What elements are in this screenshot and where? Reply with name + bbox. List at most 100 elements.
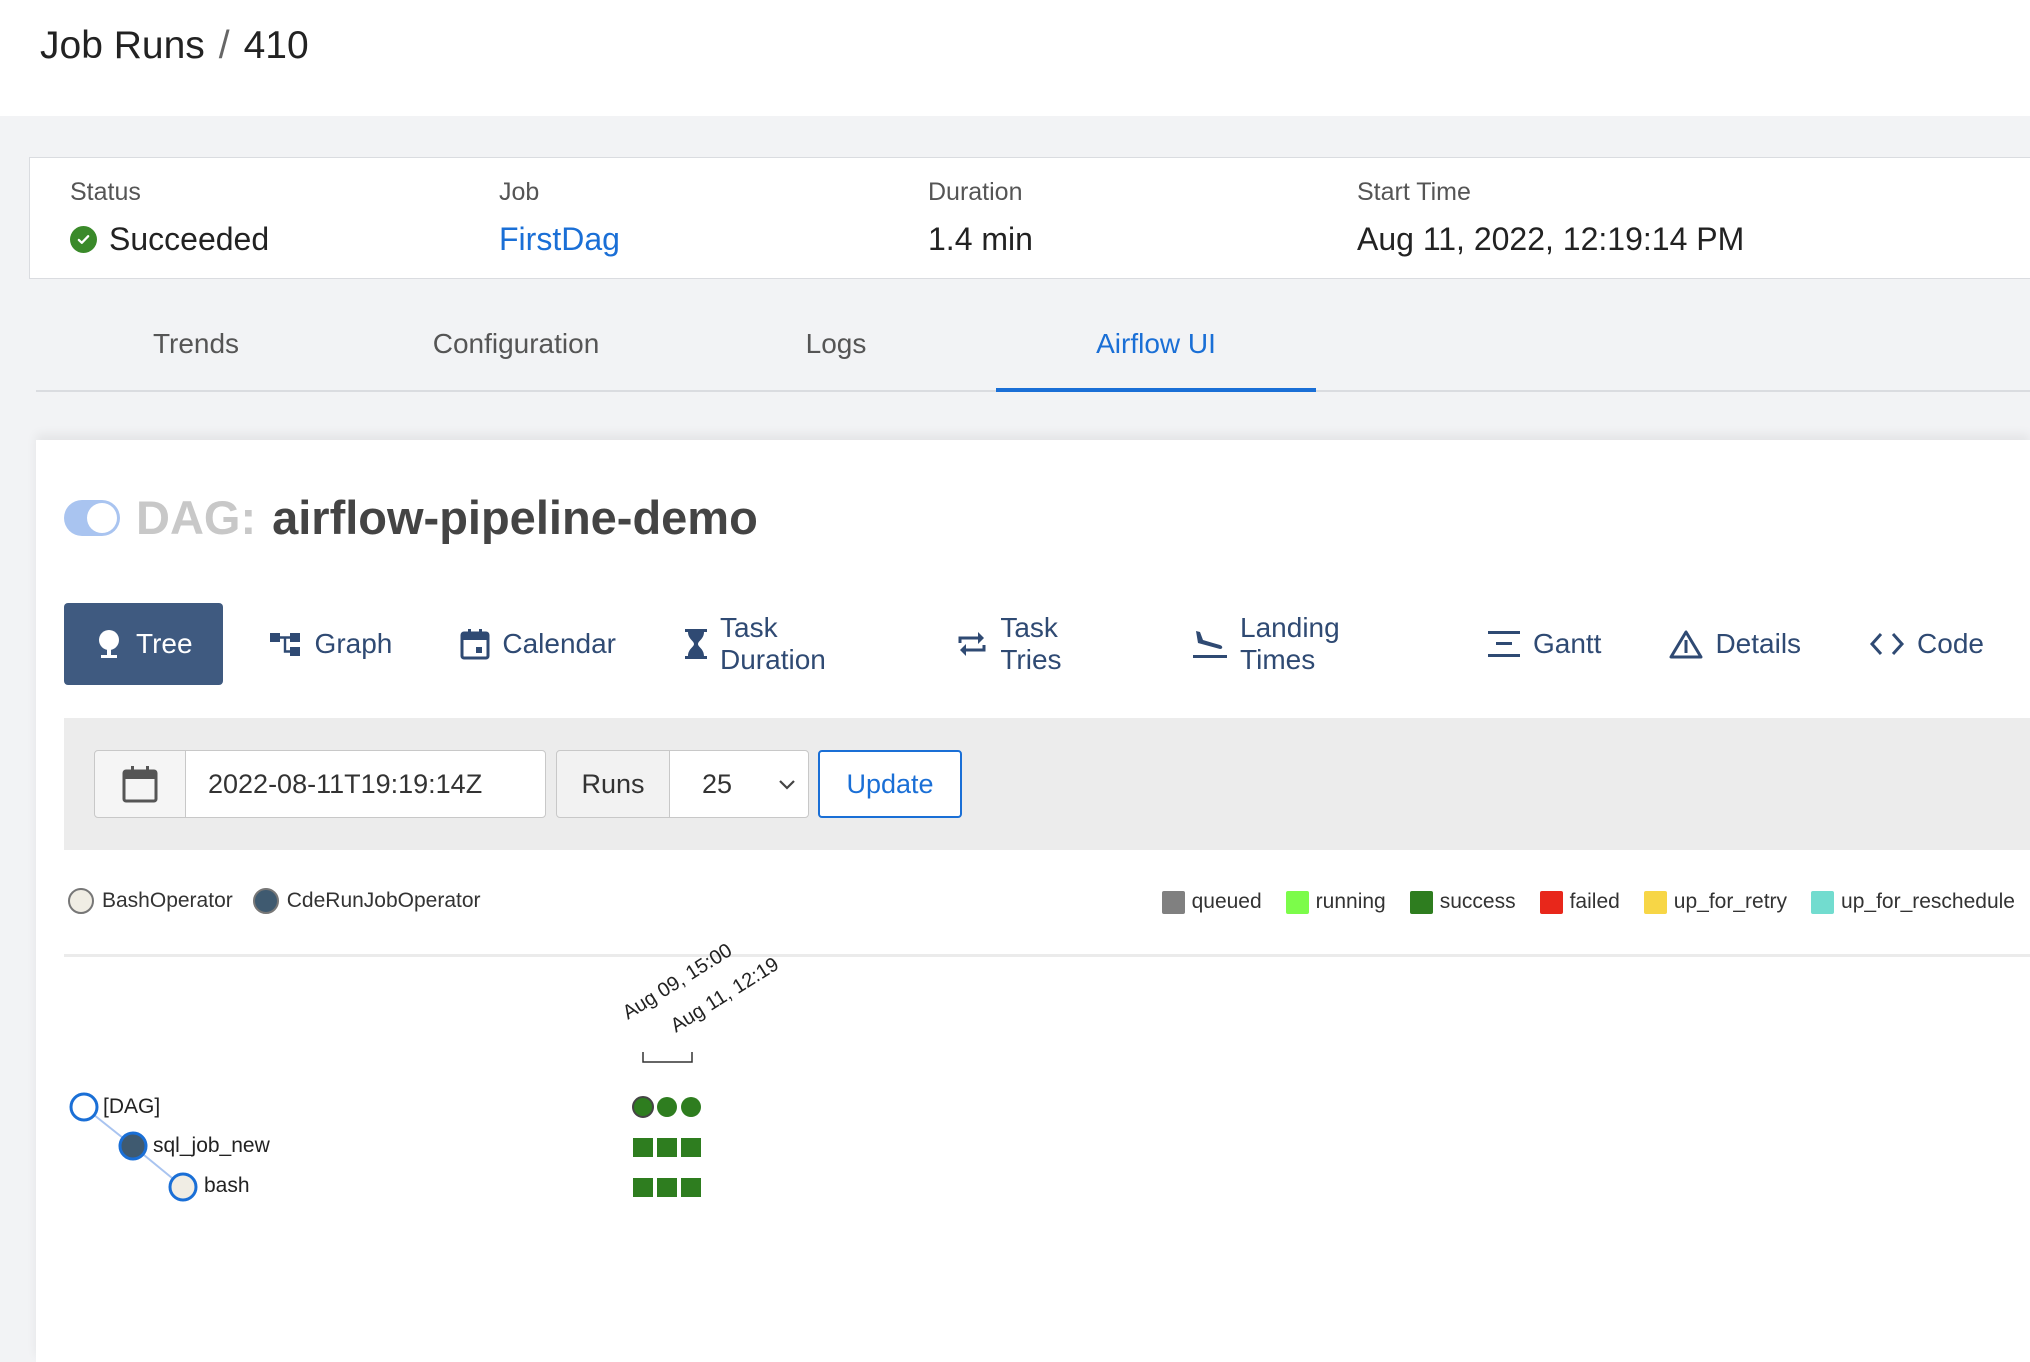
toggle-knob <box>87 502 117 533</box>
runs-select[interactable]: 25 <box>669 750 809 818</box>
view-label: Landing Times <box>1240 612 1340 675</box>
sql-job-new-node[interactable] <box>118 1131 148 1161</box>
view-label: Gantt <box>1532 628 1602 659</box>
view-gantt[interactable]: Gantt <box>1465 603 1623 685</box>
up-for-reschedule-swatch <box>1811 890 1835 914</box>
view-label: Calendar <box>502 628 617 659</box>
operator-legend-item: BashOperator <box>68 888 233 914</box>
tree-node-label[interactable]: sql_job_new <box>153 1134 270 1158</box>
state-legend-item: queued <box>1161 890 1262 914</box>
state-legend-item: failed <box>1539 890 1620 914</box>
view-graph[interactable]: Graph <box>247 603 415 685</box>
view-details[interactable]: Details <box>1647 603 1823 685</box>
state-name: failed <box>1569 890 1620 913</box>
success-swatch <box>1409 890 1433 914</box>
state-legend-item: up_for_reschedule <box>1811 890 2015 914</box>
update-button[interactable]: Update <box>818 750 962 818</box>
cde-run-job-operator-swatch <box>252 888 279 914</box>
start-time-label: Start Time <box>1357 178 1471 206</box>
state-name: running <box>1315 890 1386 913</box>
breadcrumb: Job Runs / 410 <box>40 24 309 68</box>
view-tree[interactable]: Tree <box>64 603 223 685</box>
status-value: Succeeded <box>70 221 269 258</box>
status-label: Status <box>70 178 141 206</box>
status-field: Status Succeeded <box>70 178 269 258</box>
bash-node[interactable] <box>168 1172 198 1202</box>
view-label: Details <box>1715 628 1802 659</box>
operator-name: BashOperator <box>102 889 233 912</box>
state-name: up_for_reschedule <box>1841 890 2015 913</box>
task-instance-square[interactable] <box>681 1138 701 1157</box>
dag-run-circle[interactable] <box>632 1096 654 1118</box>
start-time-field: Start Time Aug 11, 2022, 12:19:14 PM <box>1357 178 1744 258</box>
success-check-icon <box>70 226 97 253</box>
task-instance-square[interactable] <box>681 1178 701 1197</box>
dag-pause-toggle[interactable] <box>64 499 120 536</box>
breadcrumb-current: 410 <box>243 24 309 67</box>
state-legend-item: running <box>1285 890 1386 914</box>
state-legend-item: success <box>1409 890 1516 914</box>
base-date-input[interactable] <box>185 750 546 818</box>
status-text: Succeeded <box>109 221 270 257</box>
view-landing-times[interactable]: Landing Times <box>1170 603 1441 685</box>
operator-name: CdeRunJobOperator <box>286 889 481 912</box>
state-legend: queued running success failed up_for_ret… <box>1138 890 2015 914</box>
dag-node[interactable] <box>69 1092 99 1122</box>
repeat-icon <box>958 632 986 656</box>
job-link[interactable]: FirstDag <box>499 221 620 258</box>
run-summary-card: Status Succeeded Job FirstDag Duration 1… <box>29 157 2030 279</box>
dag-name: airflow-pipeline-demo <box>272 491 758 544</box>
calendar-icon <box>460 629 490 660</box>
airflow-panel: DAG: airflow-pipeline-demo Tree Graph Ca… <box>36 440 2030 1362</box>
job-label: Job <box>499 178 540 206</box>
failed-swatch <box>1539 890 1563 914</box>
dag-run-circle[interactable] <box>657 1097 677 1117</box>
state-name: up_for_retry <box>1673 890 1788 913</box>
view-code[interactable]: Code <box>1847 603 2006 685</box>
breadcrumb-job-runs-link[interactable]: Job Runs <box>40 24 205 68</box>
tab-airflow-ui[interactable]: Airflow UI <box>996 300 1316 392</box>
view-task-tries[interactable]: Task Tries <box>934 603 1146 685</box>
duration-label: Duration <box>928 178 1023 206</box>
queued-swatch <box>1161 890 1185 914</box>
up-for-retry-swatch <box>1643 890 1667 914</box>
view-label: Code <box>1917 628 1984 659</box>
legend-divider <box>64 954 2030 957</box>
view-label: Task Tries <box>1000 612 1062 675</box>
plane-landing-icon <box>1193 631 1228 658</box>
view-calendar[interactable]: Calendar <box>438 603 638 685</box>
dag-prefix: DAG: <box>136 491 257 544</box>
run-tabs: Trends Configuration Logs Airflow UI <box>36 300 2030 392</box>
job-field: Job FirstDag <box>499 178 620 258</box>
start-time-value: Aug 11, 2022, 12:19:14 PM <box>1357 221 1745 257</box>
duration-value: 1.4 min <box>928 221 1033 257</box>
view-label: Tree <box>136 628 193 659</box>
view-label: Graph <box>314 628 393 659</box>
calendar-icon <box>122 766 158 803</box>
warning-triangle-icon <box>1669 630 1703 659</box>
dag-title: DAG: airflow-pipeline-demo <box>64 490 758 545</box>
date-picker-button[interactable] <box>94 750 186 818</box>
tab-logs[interactable]: Logs <box>676 300 996 392</box>
tree-node-label[interactable]: bash <box>204 1174 250 1198</box>
task-instance-square[interactable] <box>657 1178 677 1197</box>
running-swatch <box>1285 890 1309 914</box>
task-instance-square[interactable] <box>633 1138 653 1157</box>
state-name: queued <box>1191 890 1262 913</box>
tab-trends[interactable]: Trends <box>36 300 356 392</box>
tree-node-label[interactable]: [DAG] <box>103 1095 160 1119</box>
chevron-down-icon <box>779 780 795 790</box>
tab-configuration[interactable]: Configuration <box>356 300 676 392</box>
operator-legend-item: CdeRunJobOperator <box>252 888 481 914</box>
view-task-duration[interactable]: Task Duration <box>662 603 910 685</box>
run-date-bracket <box>642 1052 693 1063</box>
tree-graph <box>69 1052 701 1202</box>
task-instance-square[interactable] <box>633 1178 653 1197</box>
task-instance-square[interactable] <box>657 1138 677 1157</box>
breadcrumb-separator: / <box>218 24 230 67</box>
code-icon <box>1870 632 1905 656</box>
dag-run-circle[interactable] <box>681 1097 701 1117</box>
page-header: Job Runs / 410 <box>0 0 2030 116</box>
runs-select-value: 25 <box>702 768 733 799</box>
tree-icon <box>99 630 119 658</box>
